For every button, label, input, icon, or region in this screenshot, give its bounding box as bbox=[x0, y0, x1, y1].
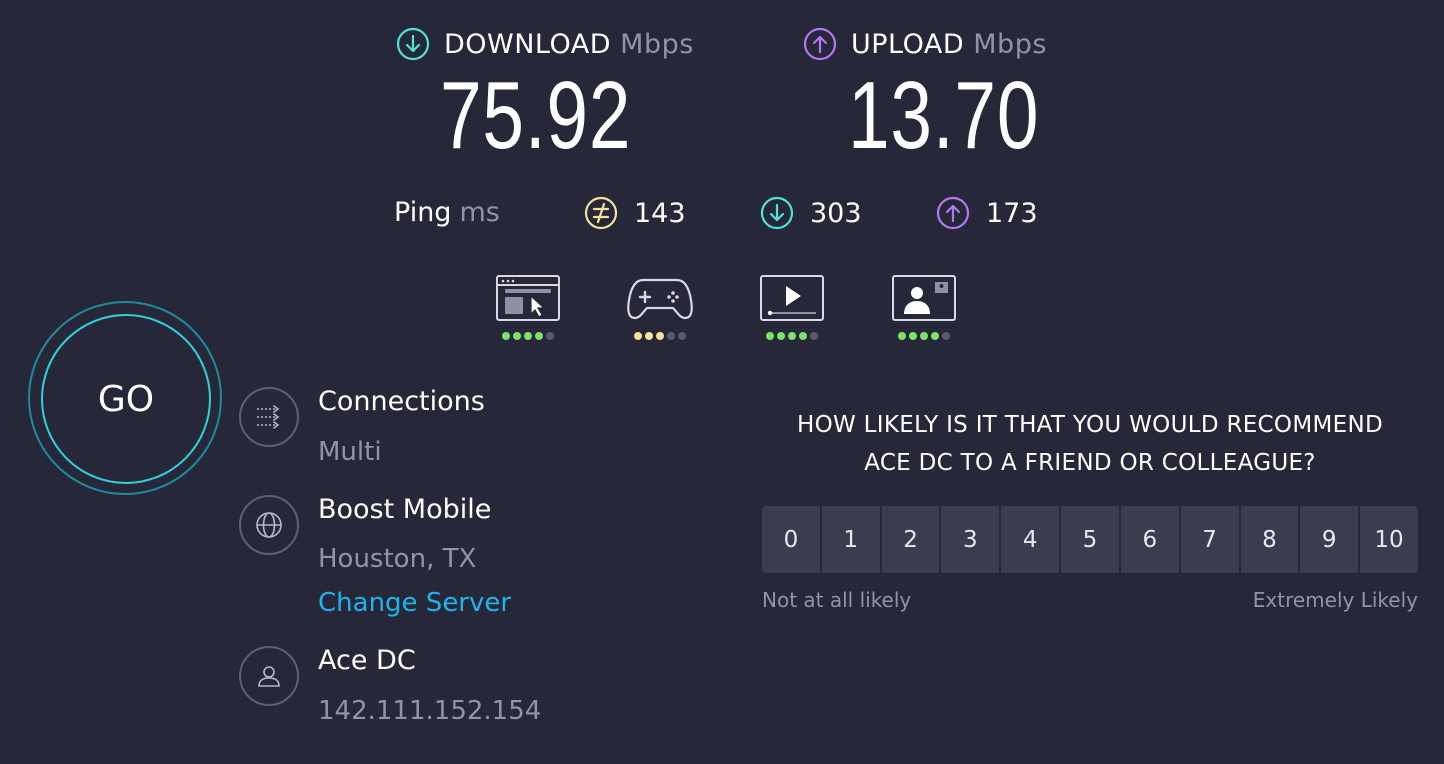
rating-dot bbox=[909, 332, 917, 340]
go-button[interactable]: GO bbox=[41, 314, 211, 484]
nps-option-7[interactable]: 7 bbox=[1180, 506, 1239, 573]
ping-download: 303 bbox=[760, 196, 862, 230]
rating-dot bbox=[810, 332, 818, 340]
upload-value: 13.70 bbox=[848, 62, 1040, 169]
rating-dot bbox=[645, 332, 653, 340]
survey-question-line2: ACE DC TO A FRIEND OR COLLEAGUE? bbox=[864, 450, 1316, 476]
video-streaming-icon bbox=[760, 275, 824, 321]
download-header: DOWNLOAD Mbps bbox=[396, 27, 694, 61]
server-location: Houston, TX bbox=[318, 544, 477, 574]
ping-idle: 143 bbox=[584, 196, 686, 230]
connections-icon bbox=[257, 405, 280, 429]
server-icon-wrap bbox=[239, 495, 299, 555]
nps-option-0[interactable]: 0 bbox=[762, 506, 820, 573]
service-web-browsing bbox=[492, 274, 564, 340]
rating-dot bbox=[788, 332, 796, 340]
service-streaming bbox=[756, 274, 828, 340]
survey-low-label: Not at all likely bbox=[762, 588, 912, 612]
nps-option-3[interactable]: 3 bbox=[941, 506, 1000, 573]
ping-label: Ping ms bbox=[394, 197, 500, 228]
ping-unit: ms bbox=[459, 197, 500, 228]
host-icon-wrap bbox=[239, 646, 299, 706]
service-gaming bbox=[624, 274, 696, 340]
nps-option-4[interactable]: 4 bbox=[1001, 506, 1060, 573]
rating-dots bbox=[492, 332, 564, 340]
rating-dot bbox=[678, 332, 686, 340]
arrow-down-circle-icon bbox=[396, 27, 430, 61]
ping-upload-value: 173 bbox=[986, 197, 1038, 229]
rating-dot bbox=[513, 332, 521, 340]
connections-value: Multi bbox=[318, 437, 382, 467]
upload-header: UPLOAD Mbps bbox=[803, 27, 1047, 61]
arrow-up-circle-icon bbox=[803, 27, 837, 61]
rating-dot bbox=[777, 332, 785, 340]
arrow-down-circle-icon bbox=[760, 196, 794, 230]
upload-unit: Mbps bbox=[973, 28, 1047, 60]
globe-icon bbox=[256, 512, 282, 538]
rating-dot bbox=[524, 332, 532, 340]
survey-question: HOW LIKELY IS IT THAT YOU WOULD RECOMMEN… bbox=[762, 406, 1418, 482]
ping-idle-value: 143 bbox=[634, 197, 686, 229]
ping-download-value: 303 bbox=[810, 197, 862, 229]
change-server-link[interactable]: Change Server bbox=[318, 588, 511, 618]
video-chat-icon bbox=[892, 275, 956, 321]
nps-option-1[interactable]: 1 bbox=[821, 506, 880, 573]
web-browsing-icon bbox=[496, 275, 560, 321]
rating-dot bbox=[931, 332, 939, 340]
ping-upload: 173 bbox=[936, 196, 1038, 230]
server-name: Boost Mobile bbox=[318, 494, 492, 525]
upload-label: UPLOAD bbox=[851, 28, 965, 60]
person-icon bbox=[258, 666, 280, 687]
nps-scale: 0 1 2 3 4 5 6 7 8 9 10 bbox=[762, 506, 1418, 573]
idle-latency-icon bbox=[584, 196, 618, 230]
rating-dot bbox=[766, 332, 774, 340]
connections-title: Connections bbox=[318, 386, 485, 417]
download-unit: Mbps bbox=[620, 28, 694, 60]
survey-question-line1: HOW LIKELY IS IT THAT YOU WOULD RECOMMEN… bbox=[797, 412, 1383, 438]
nps-option-2[interactable]: 2 bbox=[881, 506, 940, 573]
service-video-chat bbox=[888, 274, 960, 340]
rating-dot bbox=[502, 332, 510, 340]
rating-dot bbox=[546, 332, 554, 340]
rating-dots bbox=[624, 332, 696, 340]
host-ip: 142.111.152.154 bbox=[318, 696, 542, 726]
arrow-up-circle-icon bbox=[936, 196, 970, 230]
rating-dot bbox=[656, 332, 664, 340]
download-label: DOWNLOAD bbox=[444, 28, 612, 60]
nps-option-9[interactable]: 9 bbox=[1300, 506, 1359, 573]
host-name: Ace DC bbox=[318, 645, 416, 676]
nps-option-6[interactable]: 6 bbox=[1120, 506, 1179, 573]
gaming-controller-icon bbox=[627, 278, 693, 320]
nps-option-8[interactable]: 8 bbox=[1240, 506, 1299, 573]
survey-high-label: Extremely Likely bbox=[1252, 588, 1418, 612]
rating-dot bbox=[535, 332, 543, 340]
rating-dot bbox=[920, 332, 928, 340]
nps-option-10[interactable]: 10 bbox=[1360, 506, 1418, 573]
rating-dot bbox=[942, 332, 950, 340]
rating-dot bbox=[634, 332, 642, 340]
rating-dot bbox=[898, 332, 906, 340]
ping-label-text: Ping bbox=[394, 197, 452, 228]
nps-option-5[interactable]: 5 bbox=[1061, 506, 1119, 573]
rating-dot bbox=[799, 332, 807, 340]
rating-dot bbox=[667, 332, 675, 340]
rating-dots bbox=[756, 332, 828, 340]
rating-dots bbox=[888, 332, 960, 340]
download-value: 75.92 bbox=[440, 62, 632, 169]
connections-icon-wrap bbox=[239, 387, 299, 447]
